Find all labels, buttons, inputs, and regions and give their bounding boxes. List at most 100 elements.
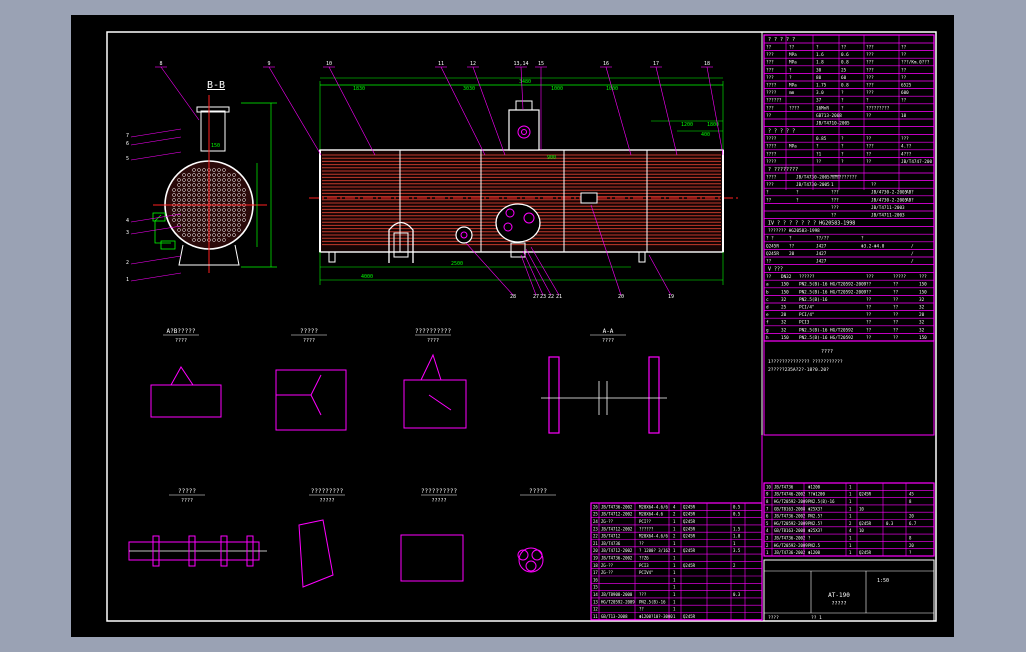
callout-number: 15 (538, 61, 544, 67)
table-cell: ??? (866, 274, 874, 280)
table-cell: ?? (766, 197, 772, 203)
detail-det5: ????????? (169, 488, 205, 504)
table-cell: Q245R (766, 251, 779, 257)
table-cell: PN2.5(B)-16 HG/T20592 (799, 335, 854, 341)
table-cell: h (766, 335, 769, 341)
detail-det7: ??????????????? (421, 488, 458, 504)
bom-cell: ZG-?? (601, 519, 614, 524)
bom-cell: 1 (673, 526, 676, 531)
bom-cell: Φ25X3? (808, 528, 823, 533)
bom-cell: 45 (909, 492, 914, 497)
bom-cell: 1 (673, 563, 676, 568)
table-cell: AB? (906, 190, 914, 196)
callout-leader (160, 66, 200, 121)
table-cell: ?? (893, 320, 899, 326)
detail-det8: ????? (520, 488, 556, 496)
table-cell: ??? (866, 83, 874, 89)
table-cell: 25 (841, 67, 847, 73)
table-cell: ?? (789, 243, 795, 249)
view-bb-title: B-B (207, 80, 225, 91)
bom-cell: 8 (909, 499, 912, 504)
table-cell: 32 (781, 327, 787, 333)
table-cell: ? (866, 98, 869, 104)
bom-cell: 6 (766, 514, 769, 519)
weld-plate (150, 384, 222, 418)
detail-subtitle: ????? (431, 498, 446, 504)
part-tag: 5 (126, 156, 129, 162)
bom-cell: 2 (849, 521, 852, 526)
bom-cell: PCI3 (639, 563, 649, 568)
table-cell: 16MnR (816, 105, 829, 111)
table-cell: JB/4730-2-2005 (871, 197, 908, 203)
bom-cell: 24 (593, 519, 598, 524)
table-header: ? ???????? (768, 167, 798, 173)
bom-cell: JB/T4736-2002 (774, 536, 806, 541)
table-cell: ?? (893, 327, 899, 333)
bom-cell: Q245R (859, 550, 872, 555)
bom-cell: 4 (766, 528, 769, 533)
bom-cell: 6.7 (909, 521, 917, 526)
table-cell: ? (789, 75, 792, 81)
bom-cell: 4 (673, 504, 676, 509)
weld-profile (420, 353, 452, 411)
callout-leader (706, 66, 724, 156)
cad-drawing: B-B 150 7654321 18303030100034801000 (106, 31, 937, 622)
nozzle-detail (400, 534, 464, 582)
table-cell: 32 (781, 320, 787, 326)
table-cell: ?? (841, 45, 847, 51)
table-cell: ? (796, 190, 799, 196)
table-cell: ?? (893, 297, 899, 303)
detail-det1: A?B????????? (163, 328, 199, 344)
table-cell: ???? (766, 159, 777, 165)
bom-cell: Q245R (683, 504, 696, 509)
table-cell: ??? (901, 136, 909, 142)
table-cell: 10 (901, 113, 907, 119)
table-cell: DN32 (781, 274, 792, 280)
leader-line (130, 255, 182, 265)
callout-number: 23 (540, 294, 546, 300)
detail-subtitle: ???? (175, 338, 187, 344)
bom-cell: 1 (673, 599, 676, 604)
callout-number: 28 (510, 294, 516, 300)
table-cell: ? (841, 159, 844, 165)
bom-cell: 1 (673, 556, 676, 561)
table-cell: JB/T4710-2005 (816, 121, 850, 127)
table-cell: ?? (871, 182, 877, 188)
part-tag: 7 (126, 133, 129, 139)
table-cell: ??? (766, 75, 774, 81)
bom-cell: 1 (766, 550, 769, 555)
callout-number: 9 (267, 61, 270, 67)
top-dim: 3480 (519, 79, 531, 85)
bom-cell: JB/T4736-2002 (774, 514, 806, 519)
table-cell: ? (766, 190, 769, 196)
table-cell: e (766, 313, 769, 318)
table-cell: ???? (766, 136, 777, 142)
notes-frame (763, 340, 935, 436)
table-cell: 32 (919, 327, 925, 333)
leader-line (130, 136, 182, 146)
bom-cell: Q245R (859, 492, 872, 497)
bom-cell: Q245R (683, 526, 696, 531)
drawing-name: ????? (831, 601, 846, 607)
table-cell: ?????? (766, 98, 782, 104)
bom-cell: 1 (673, 592, 676, 597)
tube-layout-hole (525, 560, 537, 572)
table-cell: ???? (766, 144, 777, 150)
table-cell: ??? (866, 52, 874, 58)
drawing-number: AT-190 (828, 592, 850, 599)
misc-label-1: 1200 (681, 122, 693, 128)
table-cell: MPa (789, 83, 797, 89)
table-cell: b (766, 289, 769, 295)
bom-cell: M20X64-4.6/6 (639, 534, 668, 539)
table-cell: J427 (816, 243, 827, 249)
callout-number: 11 (438, 61, 444, 67)
table-header: ? ? ? ? ? (768, 129, 795, 135)
table-cell: ?? (866, 335, 872, 341)
bom-cell: JB/T4736-2002 (774, 550, 806, 555)
bom-cell: 19 (593, 556, 598, 561)
table-cell: ?? (866, 320, 872, 326)
table-cell: ???? (766, 175, 777, 181)
bom-cell: 0.5 (733, 512, 741, 517)
bottom-dim-1: 2500 (451, 261, 463, 267)
spec-table: ? ? ? ? ???????????????? MPa 1.6 0.6???????… (763, 34, 935, 436)
